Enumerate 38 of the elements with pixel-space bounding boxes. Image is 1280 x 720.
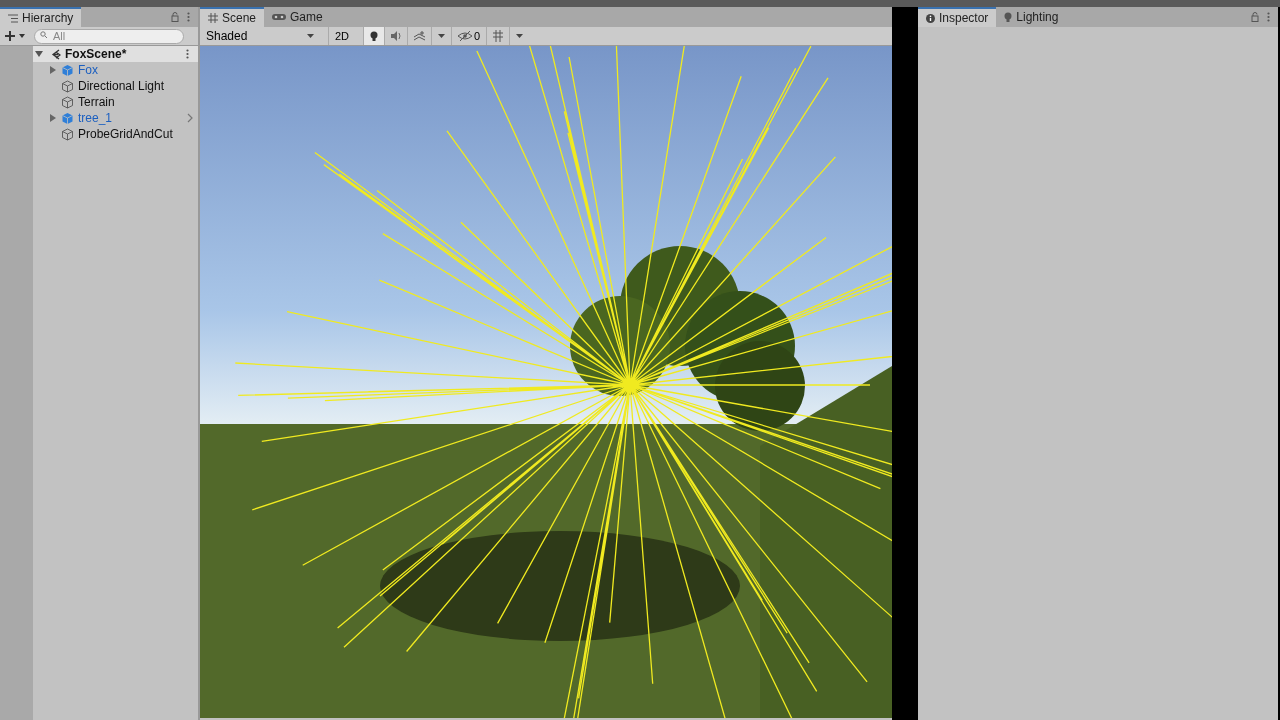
lock-icon[interactable] bbox=[1251, 12, 1259, 22]
scene-tab[interactable]: Scene bbox=[200, 7, 265, 27]
game-tab[interactable]: Game bbox=[264, 7, 331, 27]
more-options-icon[interactable] bbox=[1267, 12, 1270, 22]
info-icon bbox=[926, 13, 935, 23]
hierarchy-item[interactable]: ProbeGridAndCut bbox=[78, 125, 198, 143]
light-bulb-icon bbox=[1004, 12, 1013, 22]
hidden-eye-icon bbox=[458, 31, 473, 41]
search-field[interactable]: All bbox=[34, 28, 184, 44]
chevron-right-icon[interactable] bbox=[187, 113, 193, 123]
lock-icon[interactable] bbox=[171, 12, 179, 22]
lighting-tab[interactable]: Lighting bbox=[996, 7, 1067, 27]
grid-icon bbox=[208, 13, 218, 23]
more-options-icon[interactable] bbox=[187, 12, 190, 22]
light-bulb-icon bbox=[370, 31, 379, 41]
hierarchy-tab[interactable]: Hierarchy bbox=[0, 7, 82, 27]
cube-icon bbox=[61, 95, 74, 109]
more-options-icon[interactable] bbox=[186, 49, 189, 59]
hierarchy-item[interactable]: Terrain bbox=[78, 93, 198, 111]
prefab-cube-icon bbox=[61, 111, 74, 125]
cube-icon bbox=[61, 79, 74, 93]
grid-icon bbox=[493, 30, 504, 42]
speaker-icon bbox=[391, 31, 402, 41]
prefab-cube-icon bbox=[61, 63, 74, 77]
hierarchy-item[interactable]: Directional Light bbox=[78, 77, 198, 95]
hierarchy-item[interactable]: tree_1 bbox=[78, 109, 187, 127]
expand-arrow-icon[interactable] bbox=[49, 114, 56, 122]
caret-icon bbox=[516, 34, 524, 38]
lighting-toggle[interactable] bbox=[363, 27, 385, 45]
caret-icon bbox=[438, 34, 446, 38]
caret-icon bbox=[307, 34, 314, 38]
list-icon bbox=[8, 13, 18, 23]
inspector-tab[interactable]: Inspector bbox=[918, 7, 997, 27]
scene-icon bbox=[49, 47, 61, 61]
cube-icon bbox=[61, 127, 74, 141]
layers-icon bbox=[414, 31, 426, 41]
add-dropdown-icon[interactable] bbox=[4, 30, 26, 42]
gamepad-icon bbox=[272, 13, 287, 21]
